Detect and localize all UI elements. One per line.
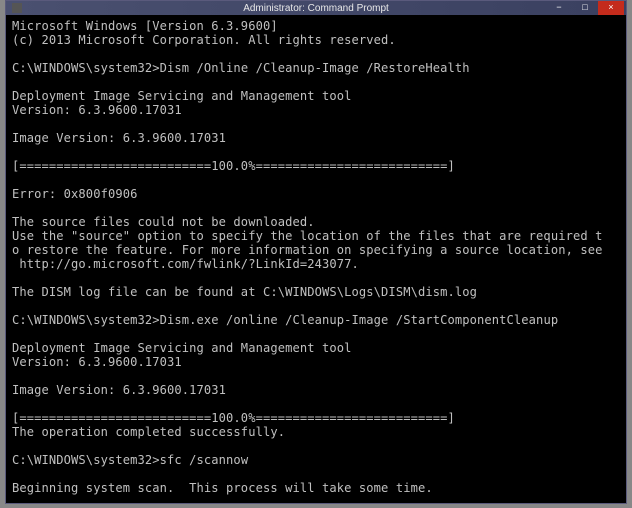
- close-button[interactable]: ×: [598, 1, 624, 15]
- progress-bar: [==========================100.0%=======…: [12, 411, 455, 425]
- output-line: Image Version: 6.3.9600.17031: [12, 383, 226, 397]
- maximize-button[interactable]: □: [572, 1, 598, 15]
- command-text: Dism /Online /Cleanup-Image /RestoreHeal…: [160, 61, 470, 75]
- output-line: The DISM log file can be found at C:\WIN…: [12, 285, 477, 299]
- prompt: C:\WINDOWS\system32>: [12, 61, 160, 75]
- command-text: Dism.exe /online /Cleanup-Image /StartCo…: [160, 313, 559, 327]
- terminal-output[interactable]: Microsoft Windows [Version 6.3.9600] (c)…: [6, 15, 626, 503]
- output-line: o restore the feature. For more informat…: [12, 243, 602, 257]
- output-line: Use the "source" option to specify the l…: [12, 229, 602, 243]
- output-line: Version: 6.3.9600.17031: [12, 355, 182, 369]
- output-line: The source files could not be downloaded…: [12, 215, 315, 229]
- progress-bar: [==========================100.0%=======…: [12, 159, 455, 173]
- minimize-button[interactable]: −: [546, 1, 572, 15]
- prompt: C:\WINDOWS\system32>: [12, 313, 160, 327]
- command-prompt-window: Administrator: Command Prompt − □ × Micr…: [5, 0, 627, 504]
- output-line: Image Version: 6.3.9600.17031: [12, 131, 226, 145]
- window-controls: − □ ×: [546, 1, 624, 15]
- output-line: Beginning system scan. This process will…: [12, 481, 433, 495]
- output-line: (c) 2013 Microsoft Corporation. All righ…: [12, 33, 396, 47]
- output-line: http://go.microsoft.com/fwlink/?LinkId=2…: [12, 257, 359, 271]
- output-line: Deployment Image Servicing and Managemen…: [12, 341, 352, 355]
- prompt: C:\WINDOWS\system32>: [12, 453, 160, 467]
- app-icon: [12, 3, 22, 13]
- output-line: Microsoft Windows [Version 6.3.9600]: [12, 19, 278, 33]
- output-line: The operation completed successfully.: [12, 425, 285, 439]
- titlebar[interactable]: Administrator: Command Prompt − □ ×: [6, 1, 626, 15]
- error-line: Error: 0x800f0906: [12, 187, 137, 201]
- output-line: Version: 6.3.9600.17031: [12, 103, 182, 117]
- window-title: Administrator: Command Prompt: [243, 3, 389, 14]
- output-line: Deployment Image Servicing and Managemen…: [12, 89, 352, 103]
- command-text: sfc /scannow: [160, 453, 249, 467]
